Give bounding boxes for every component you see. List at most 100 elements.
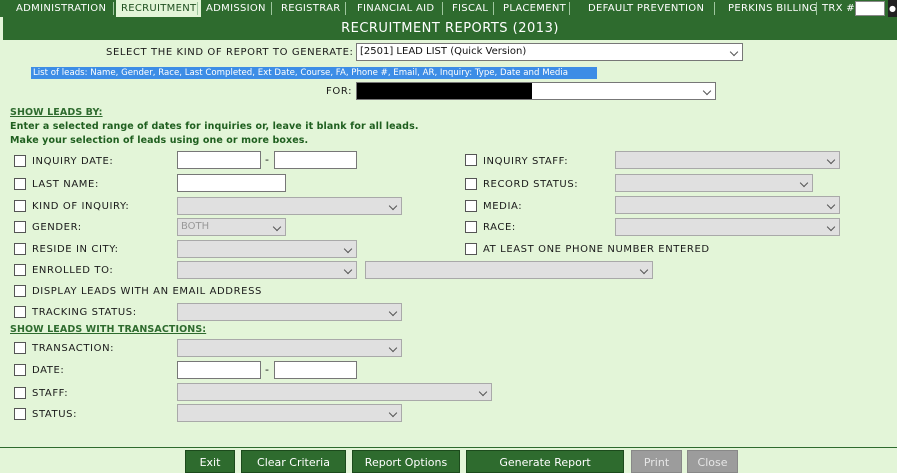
tab-separator bbox=[197, 2, 198, 15]
tab-separator bbox=[442, 2, 443, 15]
record-status-select[interactable] bbox=[615, 174, 813, 192]
transaction-staff-select[interactable] bbox=[177, 383, 492, 401]
tab-perkins-billing[interactable]: PERKINS BILLING bbox=[728, 0, 817, 17]
trx-input[interactable] bbox=[855, 1, 885, 16]
inquiry-date-to-input[interactable] bbox=[274, 151, 357, 169]
last-name-input[interactable] bbox=[177, 174, 286, 192]
tab-administration[interactable]: ADMINISTRATION bbox=[16, 0, 106, 17]
tracking-status-checkbox[interactable] bbox=[14, 306, 26, 318]
tab-placement[interactable]: PLACEMENT bbox=[503, 0, 566, 17]
transactions-header: SHOW LEADS WITH TRANSACTIONS: bbox=[10, 324, 207, 335]
chevron-down-icon bbox=[799, 178, 809, 188]
transaction-date-checkbox[interactable] bbox=[14, 364, 26, 376]
media-label: MEDIA: bbox=[483, 201, 523, 212]
media-select[interactable] bbox=[615, 196, 840, 214]
close-button[interactable]: Close bbox=[687, 450, 738, 473]
gender-checkbox[interactable] bbox=[14, 221, 26, 233]
transaction-select[interactable] bbox=[177, 339, 402, 357]
gender-label: GENDER: bbox=[32, 222, 82, 233]
race-checkbox[interactable] bbox=[465, 221, 477, 233]
tab-separator bbox=[569, 2, 570, 15]
transaction-status-select[interactable] bbox=[177, 404, 402, 422]
report-options-button[interactable]: Report Options bbox=[352, 450, 460, 473]
kind-of-inquiry-label: KIND OF INQUIRY: bbox=[32, 201, 130, 212]
for-label: FOR: bbox=[326, 86, 353, 97]
transaction-status-label: STATUS: bbox=[32, 409, 78, 420]
race-label: RACE: bbox=[483, 222, 516, 233]
tab-fiscal[interactable]: FISCAL bbox=[452, 0, 488, 17]
display-email-label: DISPLAY LEADS WITH AN EMAIL ADDRESS bbox=[32, 286, 262, 297]
chevron-down-icon bbox=[272, 222, 282, 232]
inquiry-date-from-input[interactable] bbox=[177, 151, 261, 169]
transaction-staff-checkbox[interactable] bbox=[14, 387, 26, 399]
date-range-separator: - bbox=[265, 363, 269, 376]
transaction-staff-label: STAFF: bbox=[32, 388, 69, 399]
transaction-date-to-input[interactable] bbox=[274, 361, 357, 379]
report-select-label: SELECT THE KIND OF REPORT TO GENERATE: bbox=[106, 47, 354, 58]
trx-label: TRX #: bbox=[822, 3, 859, 14]
chevron-down-icon bbox=[478, 387, 488, 397]
inquiry-staff-select[interactable] bbox=[615, 151, 840, 169]
phone-entered-checkbox[interactable] bbox=[465, 243, 477, 255]
enrolled-to-course-select[interactable] bbox=[365, 261, 653, 279]
tab-recruitment[interactable]: RECRUITMENT bbox=[116, 0, 202, 17]
tab-separator bbox=[271, 2, 272, 15]
chevron-down-icon bbox=[343, 265, 353, 275]
inquiry-staff-checkbox[interactable] bbox=[465, 154, 477, 166]
chevron-down-icon bbox=[826, 155, 836, 165]
tracking-status-label: TRACKING STATUS: bbox=[32, 307, 137, 318]
transaction-date-from-input[interactable] bbox=[177, 361, 261, 379]
report-description: List of leads: Name, Gender, Race, Last … bbox=[31, 67, 597, 79]
record-status-label: RECORD STATUS: bbox=[483, 179, 579, 190]
inquiry-date-label: INQUIRY DATE: bbox=[32, 156, 114, 167]
report-type-value: [2501] LEAD LIST (Quick Version) bbox=[360, 46, 527, 57]
media-checkbox[interactable] bbox=[465, 200, 477, 212]
for-select[interactable] bbox=[356, 82, 716, 100]
tab-admission[interactable]: ADMISSION bbox=[206, 0, 266, 17]
kind-of-inquiry-checkbox[interactable] bbox=[14, 200, 26, 212]
reside-in-city-checkbox[interactable] bbox=[14, 243, 26, 255]
transaction-status-checkbox[interactable] bbox=[14, 408, 26, 420]
display-email-checkbox[interactable] bbox=[14, 285, 26, 297]
transaction-label: TRANSACTION: bbox=[32, 343, 115, 354]
record-status-checkbox[interactable] bbox=[465, 178, 477, 190]
print-button[interactable]: Print bbox=[631, 450, 682, 473]
enrolled-to-checkbox[interactable] bbox=[14, 264, 26, 276]
transaction-date-label: DATE: bbox=[32, 365, 65, 376]
last-name-checkbox[interactable] bbox=[14, 178, 26, 190]
clear-criteria-button[interactable]: Clear Criteria bbox=[241, 450, 346, 473]
chevron-down-icon bbox=[343, 244, 353, 254]
gender-select[interactable]: BOTH bbox=[177, 218, 286, 236]
report-type-select[interactable]: [2501] LEAD LIST (Quick Version) bbox=[356, 43, 743, 61]
page-title: RECRUITMENT REPORTS (2013) bbox=[3, 17, 897, 40]
last-name-label: LAST NAME: bbox=[32, 179, 99, 190]
chevron-down-icon bbox=[639, 265, 649, 275]
show-leads-header: SHOW LEADS BY: bbox=[10, 107, 103, 118]
tracking-status-select[interactable] bbox=[177, 303, 402, 321]
tab-separator bbox=[714, 2, 715, 15]
exit-button[interactable]: Exit bbox=[185, 450, 235, 473]
tab-separator bbox=[816, 2, 817, 15]
chevron-down-icon bbox=[388, 201, 398, 211]
inquiry-date-checkbox[interactable] bbox=[14, 155, 26, 167]
date-range-separator: - bbox=[265, 153, 269, 166]
race-select[interactable] bbox=[615, 218, 840, 236]
trx-go-button[interactable]: ● bbox=[888, 0, 897, 17]
tab-default-prevention[interactable]: DEFAULT PREVENTION bbox=[588, 0, 704, 17]
chevron-down-icon bbox=[826, 222, 836, 232]
reside-in-city-select[interactable] bbox=[177, 240, 357, 258]
tab-separator bbox=[345, 2, 346, 15]
enrolled-to-label: ENROLLED TO: bbox=[32, 265, 114, 276]
tab-financial-aid[interactable]: FINANCIAL AID bbox=[357, 0, 434, 17]
enrolled-to-select[interactable] bbox=[177, 261, 357, 279]
transaction-checkbox[interactable] bbox=[14, 342, 26, 354]
instruction-line-1: Enter a selected range of dates for inqu… bbox=[10, 121, 419, 132]
chevron-down-icon bbox=[388, 343, 398, 353]
tab-separator bbox=[493, 2, 494, 15]
tab-registrar[interactable]: REGISTRAR bbox=[281, 0, 340, 17]
kind-of-inquiry-select[interactable] bbox=[177, 197, 402, 215]
tab-separator bbox=[113, 2, 114, 15]
chevron-down-icon bbox=[826, 200, 836, 210]
generate-report-button[interactable]: Generate Report bbox=[466, 450, 624, 473]
phone-entered-label: AT LEAST ONE PHONE NUMBER ENTERED bbox=[483, 244, 710, 255]
